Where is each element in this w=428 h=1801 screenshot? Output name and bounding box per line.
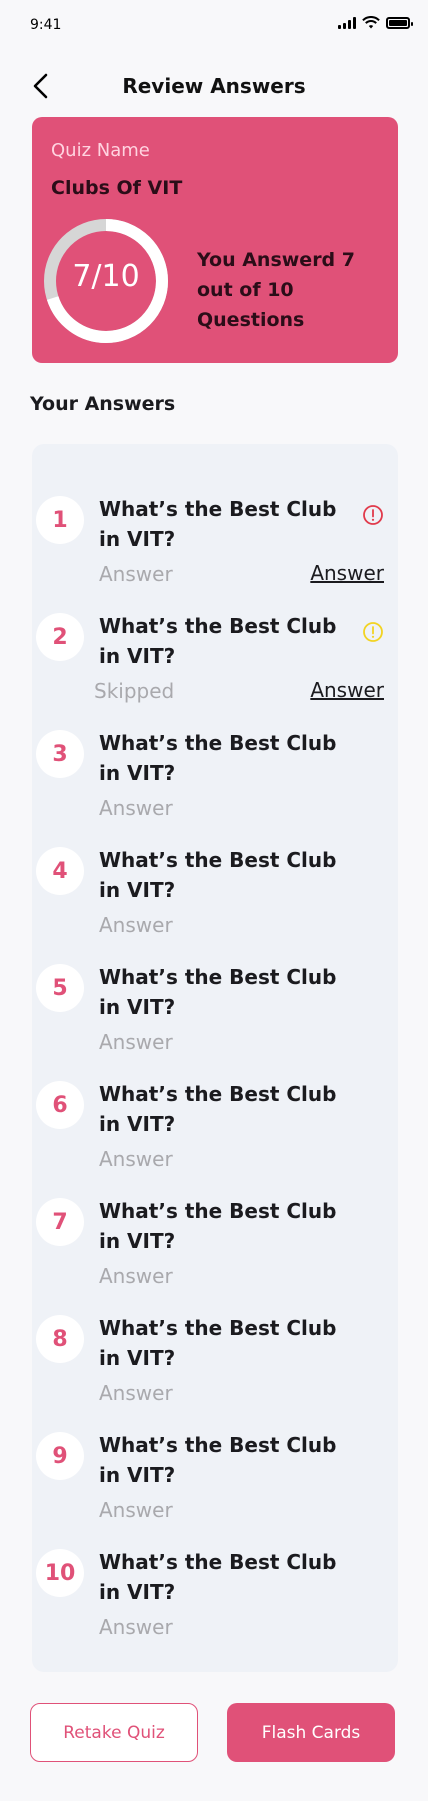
question-answer: Answer (99, 562, 173, 586)
status-icons (338, 16, 413, 29)
question-answer: Answer (99, 1615, 173, 1639)
question-text: What’s the Best Club in VIT? (99, 614, 337, 668)
question-number: 1 (36, 496, 84, 544)
question-item[interactable]: 4 What’s the Best Club in VIT? Answer (32, 835, 398, 952)
question-text: What’s the Best Club in VIT? (99, 848, 337, 902)
quiz-summary-text: You Answerd 7 out of 10 Questions (197, 249, 355, 331)
flash-cards-button[interactable]: Flash Cards (227, 1703, 395, 1762)
question-text: What’s the Best Club in VIT? (99, 1082, 337, 1136)
question-answer: Answer (99, 796, 173, 820)
view-answer-link[interactable]: Answer (310, 678, 384, 702)
header: Review Answers (0, 64, 428, 112)
question-item[interactable]: 5 What’s the Best Club in VIT? Answer (32, 952, 398, 1069)
wifi-icon (362, 16, 380, 29)
quiz-name-label: Quiz Name (51, 140, 150, 161)
question-item[interactable]: 10 What’s the Best Club in VIT? Answer (32, 1537, 398, 1654)
question-answer: Answer (99, 1147, 173, 1171)
question-item[interactable]: 1 What’s the Best Club in VIT? Answer An… (32, 484, 398, 601)
page-title: Review Answers (122, 74, 306, 98)
question-number: 7 (36, 1198, 84, 1246)
status-time: 9:41 (30, 17, 62, 33)
question-item[interactable]: 2 What’s the Best Club in VIT? Skipped A… (32, 601, 398, 718)
question-answer: Answer (99, 913, 173, 937)
error-icon (363, 505, 383, 525)
question-number: 10 (36, 1549, 84, 1597)
battery-icon (386, 16, 413, 29)
your-answers-heading: Your Answers (30, 393, 176, 415)
question-number: 6 (36, 1081, 84, 1129)
question-number: 8 (36, 1315, 84, 1363)
question-number: 9 (36, 1432, 84, 1480)
question-answer: Answer (99, 1381, 173, 1405)
question-item[interactable]: 6 What’s the Best Club in VIT? Answer (32, 1069, 398, 1186)
quiz-name: Clubs Of VIT (51, 177, 183, 199)
question-number: 3 (36, 730, 84, 778)
question-text: What’s the Best Club in VIT? (99, 731, 337, 785)
question-text: What’s the Best Club in VIT? (99, 1433, 337, 1487)
question-text: What’s the Best Club in VIT? (99, 1316, 337, 1370)
answers-panel: 1 What’s the Best Club in VIT? Answer An… (32, 444, 398, 1672)
warning-icon (363, 622, 383, 642)
question-item[interactable]: 7 What’s the Best Club in VIT? Answer (32, 1186, 398, 1303)
score-text: 7/10 (72, 259, 140, 294)
question-text: What’s the Best Club in VIT? (99, 497, 337, 551)
quiz-summary-card: Quiz Name Clubs Of VIT 7/10 You Answerd … (32, 117, 398, 363)
question-text: What’s the Best Club in VIT? (99, 1550, 337, 1604)
question-item[interactable]: 3 What’s the Best Club in VIT? Answer (32, 718, 398, 835)
question-answer: Skipped (94, 679, 175, 703)
status-bar: 9:41 (0, 0, 428, 50)
view-answer-link[interactable]: Answer (310, 561, 384, 585)
question-answer: Answer (99, 1264, 173, 1288)
question-answer: Answer (99, 1498, 173, 1522)
question-item[interactable]: 9 What’s the Best Club in VIT? Answer (32, 1420, 398, 1537)
question-number: 4 (36, 847, 84, 895)
cellular-signal-icon (338, 16, 356, 29)
question-text: What’s the Best Club in VIT? (99, 1199, 337, 1253)
question-item[interactable]: 8 What’s the Best Club in VIT? Answer (32, 1303, 398, 1420)
score-ring: 7/10 (42, 217, 170, 345)
question-text: What’s the Best Club in VIT? (99, 965, 337, 1019)
question-answer: Answer (99, 1030, 173, 1054)
question-number: 2 (36, 613, 84, 661)
retake-quiz-button[interactable]: Retake Quiz (30, 1703, 198, 1762)
question-number: 5 (36, 964, 84, 1012)
